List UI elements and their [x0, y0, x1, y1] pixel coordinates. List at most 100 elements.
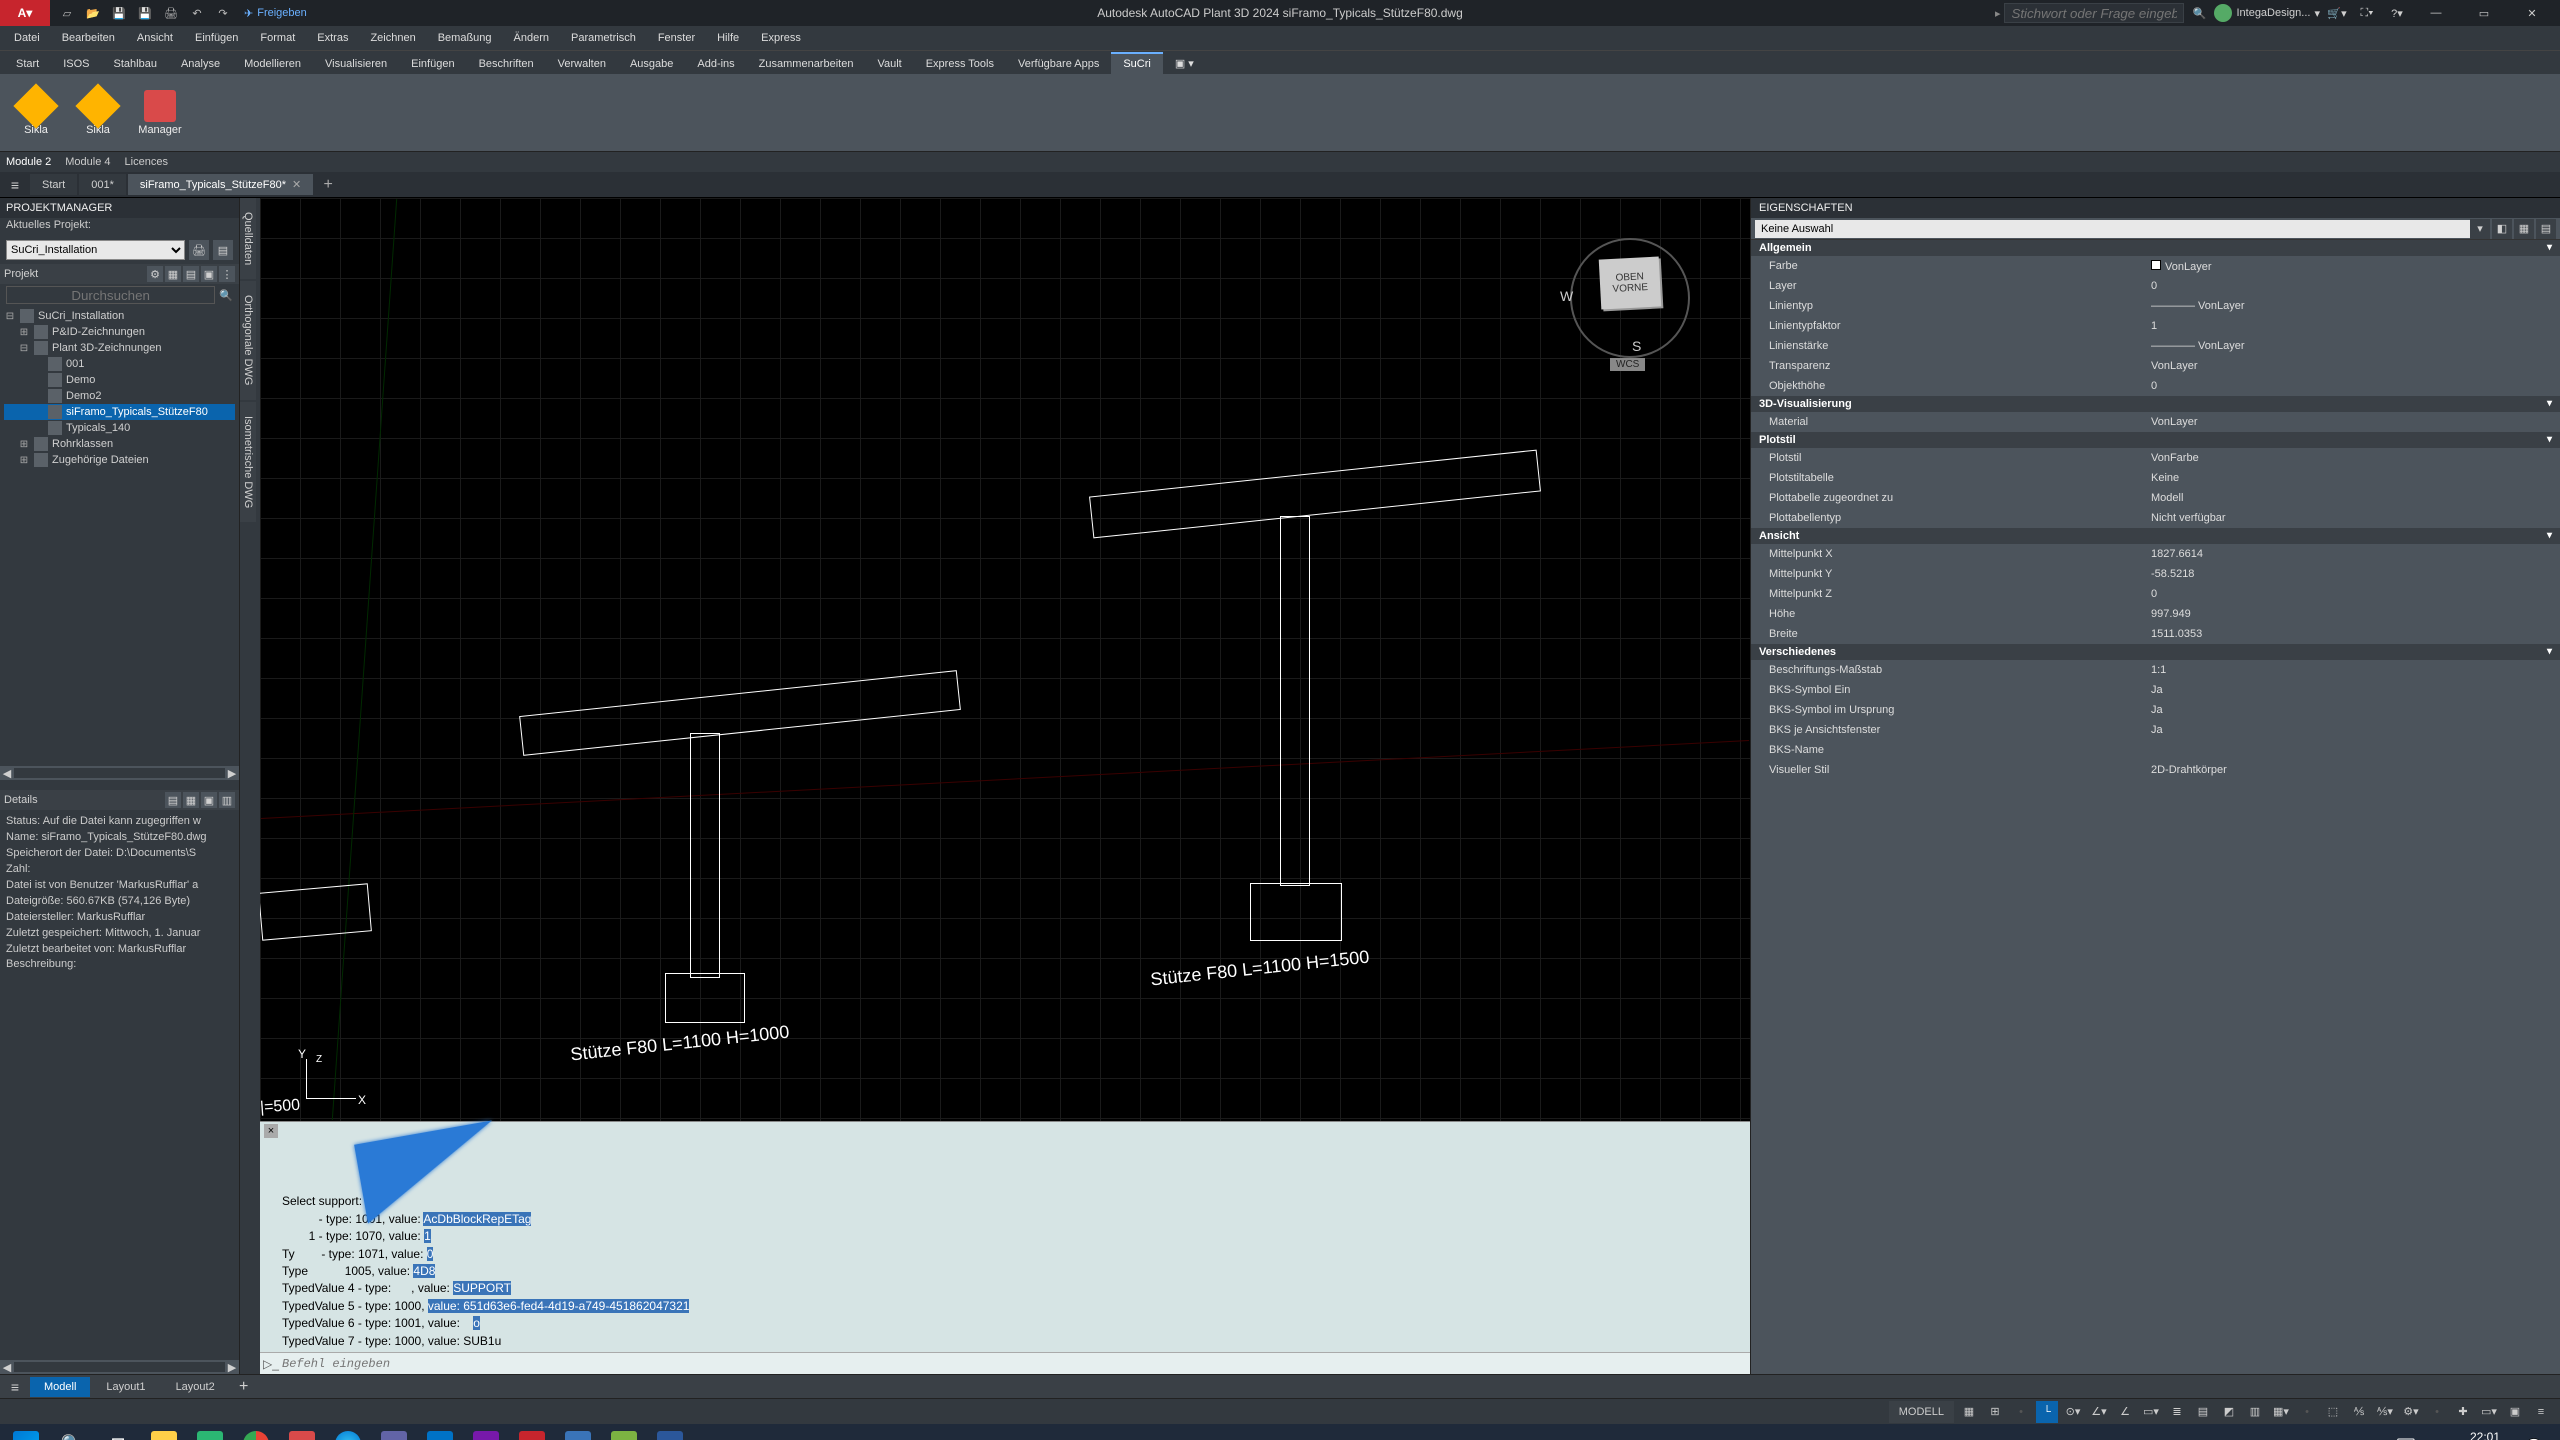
prop-row[interactable]: Mittelpunkt Z0: [1751, 584, 2560, 604]
maximize-button[interactable]: ▭: [2462, 0, 2506, 26]
proj-tool-5-icon[interactable]: ⋮: [219, 266, 235, 282]
selection-combo[interactable]: Keine Auswahl: [1755, 220, 2470, 238]
prop-value[interactable]: 997.949: [2151, 608, 2560, 620]
document-tab[interactable]: 001*: [79, 174, 126, 195]
new-tab-button[interactable]: +: [315, 176, 341, 194]
tree-node[interactable]: Demo: [4, 372, 235, 388]
status-3dosnap-icon[interactable]: ≣: [2166, 1401, 2188, 1423]
prop-tool-2-icon[interactable]: ◧: [2492, 219, 2512, 239]
status-ortho-icon[interactable]: └: [2036, 1401, 2058, 1423]
status-track-icon[interactable]: ∠: [2114, 1401, 2136, 1423]
search-icon[interactable]: 🔍: [219, 289, 233, 302]
prop-tool-1-icon[interactable]: ▾: [2470, 219, 2490, 239]
taskbar-search-icon[interactable]: 🔍: [50, 1427, 94, 1440]
ribbon-tab[interactable]: ▣ ▾: [1163, 53, 1206, 74]
prop-row[interactable]: Linienstärke———— VonLayer: [1751, 336, 2560, 356]
tree-twisty-icon[interactable]: ⊞: [18, 327, 30, 338]
status-6-icon[interactable]: ▦▾: [2270, 1401, 2292, 1423]
prop-category[interactable]: Allgemein▾: [1751, 240, 2560, 256]
prop-value[interactable]: 1827.6614: [2151, 548, 2560, 560]
layout-tab[interactable]: Modell: [30, 1377, 90, 1397]
prop-row[interactable]: PlottabellentypNicht verfügbar: [1751, 508, 2560, 528]
new-layout-button[interactable]: +: [231, 1378, 257, 1396]
menu-item[interactable]: Datei: [4, 29, 50, 47]
status-clean-icon[interactable]: ▭▾: [2478, 1401, 2500, 1423]
taskbar-onenote[interactable]: [464, 1427, 508, 1440]
prop-value[interactable]: 0: [2151, 380, 2560, 392]
prop-row[interactable]: MaterialVonLayer: [1751, 412, 2560, 432]
tree-node[interactable]: 001: [4, 356, 235, 372]
status-lw-icon[interactable]: ▤: [2192, 1401, 2214, 1423]
app-logo[interactable]: A▾: [0, 0, 50, 26]
drawing-canvas[interactable]: Stütze F80 L=1100 H=1000 Stütze F80 L=11…: [260, 198, 1750, 1121]
ribbon-tab[interactable]: Analyse: [169, 54, 232, 74]
scroll-track[interactable]: [14, 768, 225, 778]
doc-tabs-menu-icon[interactable]: ≡: [0, 177, 30, 193]
tab-close-icon[interactable]: ✕: [292, 178, 301, 191]
proj-tool-4-icon[interactable]: ▣: [201, 266, 217, 282]
ribbon-panel-name[interactable]: Licences: [125, 156, 168, 168]
prop-value[interactable]: -58.5218: [2151, 568, 2560, 580]
ribbon-panel-name[interactable]: Module 4: [65, 156, 110, 168]
menu-item[interactable]: Ansicht: [127, 29, 183, 47]
command-input[interactable]: [282, 1357, 1750, 1371]
share-button[interactable]: ✈ Freigeben: [244, 7, 307, 20]
ribbon-tab[interactable]: Zusammenarbeiten: [747, 54, 866, 74]
qat-redo-icon[interactable]: ↷: [212, 2, 234, 24]
tree-node[interactable]: siFramo_Typicals_StützeF80: [4, 404, 235, 420]
tree-node[interactable]: ⊟SuCri_Installation: [4, 308, 235, 324]
vertical-tab[interactable]: Orthogonale DWG: [240, 281, 256, 399]
tree-node[interactable]: ⊞Zugehörige Dateien: [4, 452, 235, 468]
prop-value[interactable]: ———— VonLayer: [2151, 300, 2560, 312]
status-iso-icon[interactable]: ∠▾: [2088, 1401, 2110, 1423]
ribbon-tab[interactable]: Einfügen: [399, 54, 466, 74]
ribbon-tab[interactable]: Verwalten: [546, 54, 618, 74]
prop-value[interactable]: 0: [2151, 280, 2560, 292]
prop-row[interactable]: Linientypfaktor1: [1751, 316, 2560, 336]
document-tab[interactable]: siFramo_Typicals_StützeF80*✕: [128, 174, 313, 195]
collapse-icon[interactable]: ▾: [2547, 530, 2552, 542]
start-button[interactable]: [4, 1427, 48, 1440]
ribbon-tab[interactable]: Visualisieren: [313, 54, 399, 74]
tree-node[interactable]: ⊟Plant 3D-Zeichnungen: [4, 340, 235, 356]
prop-value[interactable]: Keine: [2151, 472, 2560, 484]
tray-chevron-icon[interactable]: ˄: [2338, 1427, 2382, 1440]
taskbar-app-4[interactable]: [556, 1427, 600, 1440]
prop-row[interactable]: Linientyp———— VonLayer: [1751, 296, 2560, 316]
collapse-icon[interactable]: ▾: [2547, 646, 2552, 658]
status-osnap-icon[interactable]: ▭▾: [2140, 1401, 2162, 1423]
scroll-right-icon[interactable]: ▶: [225, 1361, 239, 1374]
tree-node[interactable]: Demo2: [4, 388, 235, 404]
status-gear-icon[interactable]: ⚙▾: [2400, 1401, 2422, 1423]
prop-category[interactable]: Plotstil▾: [1751, 432, 2560, 448]
menu-item[interactable]: Bemaßung: [428, 29, 502, 47]
prop-value[interactable]: VonLayer: [2151, 260, 2560, 273]
taskbar-app-5[interactable]: [602, 1427, 646, 1440]
collapse-icon[interactable]: ▾: [2547, 398, 2552, 410]
ribbon-big-button[interactable]: Manager: [130, 78, 190, 148]
collapse-icon[interactable]: ▾: [2547, 434, 2552, 446]
ribbon-tab[interactable]: Stahlbau: [102, 54, 169, 74]
ribbon-panel-name[interactable]: Module 2: [6, 156, 51, 168]
prop-tool-3-icon[interactable]: ▦: [2514, 219, 2534, 239]
tree-twisty-icon[interactable]: ⊟: [18, 343, 30, 354]
ribbon-tab[interactable]: ISOS: [51, 54, 101, 74]
status-grid-icon[interactable]: ▦: [1958, 1401, 1980, 1423]
prop-category[interactable]: Verschiedenes▾: [1751, 644, 2560, 660]
prop-value[interactable]: Nicht verfügbar: [2151, 512, 2560, 524]
tree-twisty-icon[interactable]: ⊟: [4, 311, 16, 322]
proj-tool-2-icon[interactable]: ▦: [165, 266, 181, 282]
menu-item[interactable]: Hilfe: [707, 29, 749, 47]
taskbar-explorer[interactable]: [142, 1427, 186, 1440]
taskbar-clock[interactable]: 22:01 01.01.2025: [2430, 1430, 2510, 1440]
ribbon-big-button[interactable]: Sikla: [68, 78, 128, 148]
notification-icon[interactable]: 💬: [2512, 1427, 2556, 1440]
layout-tab[interactable]: Layout1: [92, 1377, 159, 1397]
prop-value[interactable]: 2D-Drahtkörper: [2151, 764, 2560, 776]
tree-node[interactable]: ⊞Rohrklassen: [4, 436, 235, 452]
taskbar-taskview-icon[interactable]: ⊞: [96, 1427, 140, 1440]
viewcube-face[interactable]: OBEN VORNE: [1599, 256, 1662, 309]
ribbon-big-button[interactable]: Sikla: [6, 78, 66, 148]
prop-row[interactable]: Mittelpunkt Y-58.5218: [1751, 564, 2560, 584]
search-input[interactable]: [2004, 3, 2184, 23]
